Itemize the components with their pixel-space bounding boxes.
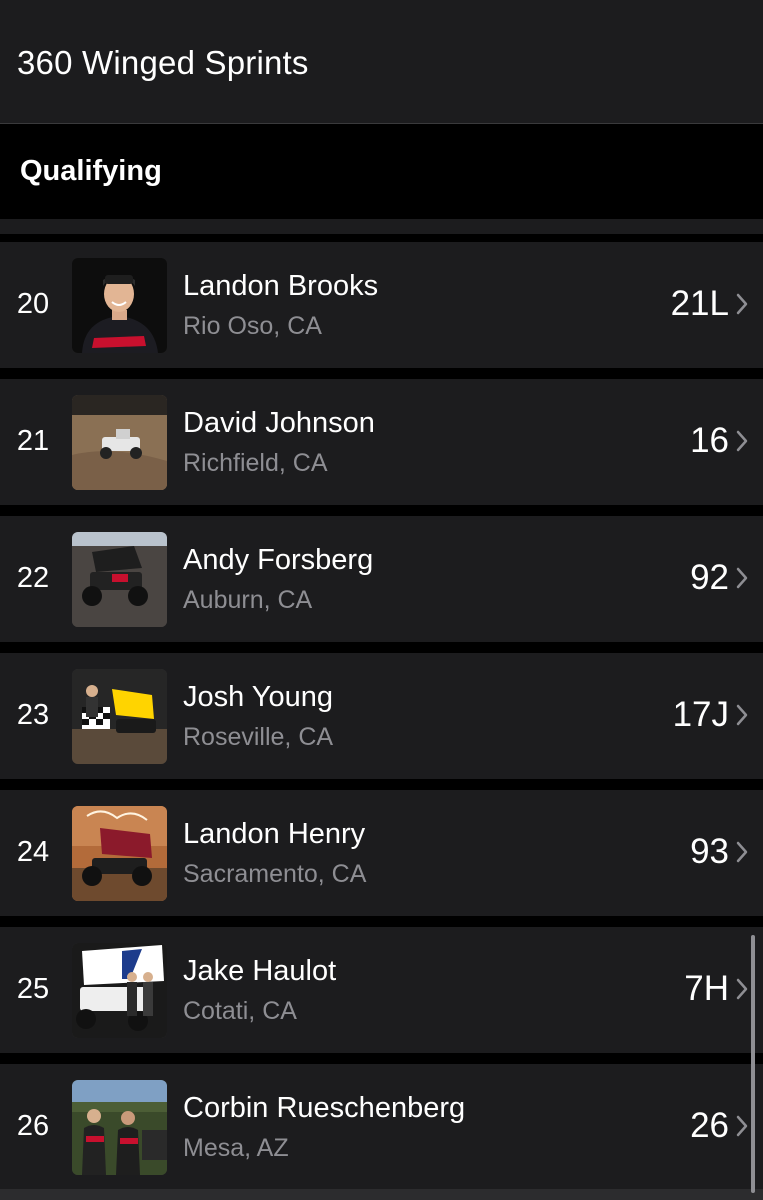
- driver-row[interactable]: 24 Landon Henry Sacramento, CA 93: [0, 790, 763, 916]
- finish-position: 25: [16, 973, 50, 1005]
- chevron-right-icon: [736, 1115, 748, 1137]
- car-number: 26: [690, 1106, 729, 1145]
- chevron-right-icon: [736, 704, 748, 726]
- driver-hometown: Sacramento, CA: [183, 860, 367, 888]
- chevron-right-icon: [736, 978, 748, 1000]
- section-header: Qualifying: [0, 125, 763, 219]
- driver-hometown: Rio Oso, CA: [183, 312, 322, 340]
- driver-name: Jake Haulot: [183, 955, 337, 987]
- chevron-right-icon: [736, 567, 748, 589]
- driver-row[interactable]: 20 Landon Brooks Rio Oso, CA 21L: [0, 242, 763, 368]
- driver-photo: [72, 532, 167, 627]
- driver-name: Corbin Rueschenberg: [183, 1092, 466, 1124]
- driver-photo: [72, 1080, 167, 1175]
- car-number: 21L: [670, 284, 729, 323]
- driver-row[interactable]: 22 Andy Forsberg Auburn, CA 92: [0, 516, 763, 642]
- driver-hometown: Cotati, CA: [183, 997, 297, 1025]
- finish-position: 24: [16, 836, 50, 868]
- driver-row[interactable]: 25 Jake Haulot Cotati, CA 7H: [0, 927, 763, 1053]
- vertical-scrollbar[interactable]: [751, 935, 755, 1193]
- driver-photo: [72, 258, 167, 353]
- driver-name: Andy Forsberg: [183, 544, 374, 576]
- driver-name: David Johnson: [183, 407, 375, 439]
- car-number: 92: [690, 558, 729, 597]
- car-number: 16: [690, 421, 729, 460]
- page-title: 360 Winged Sprints: [17, 44, 309, 81]
- next-row-edge: [0, 1189, 763, 1200]
- list-top-edge: [0, 219, 763, 234]
- car-number: 93: [690, 832, 729, 871]
- finish-position: 26: [16, 1110, 50, 1142]
- driver-photo: [72, 806, 167, 901]
- nav-header: 360 Winged Sprints: [0, 0, 763, 124]
- finish-position: 21: [16, 425, 50, 457]
- driver-name: Josh Young: [183, 681, 333, 713]
- chevron-right-icon: [736, 841, 748, 863]
- driver-row[interactable]: 23 Josh Young Roseville, CA 17J: [0, 653, 763, 779]
- driver-name: Landon Henry: [183, 818, 366, 850]
- driver-list[interactable]: 20 Landon Brooks Rio Oso, CA 21L 21 Davi…: [0, 242, 763, 1200]
- driver-hometown: Mesa, AZ: [183, 1134, 289, 1162]
- driver-photo: [72, 395, 167, 490]
- finish-position: 22: [16, 562, 50, 594]
- chevron-right-icon: [736, 430, 748, 452]
- driver-photo: [72, 943, 167, 1038]
- driver-row[interactable]: 21 David Johnson Richfield, CA 16: [0, 379, 763, 505]
- driver-hometown: Roseville, CA: [183, 723, 334, 751]
- driver-hometown: Richfield, CA: [183, 449, 328, 477]
- driver-row[interactable]: 26 Corbin Rueschenberg Mesa, AZ 26: [0, 1064, 763, 1190]
- finish-position: 23: [16, 699, 50, 731]
- driver-photo: [72, 669, 167, 764]
- chevron-right-icon: [736, 293, 748, 315]
- finish-position: 20: [16, 288, 50, 320]
- car-number: 7H: [684, 969, 729, 1008]
- section-title: Qualifying: [20, 155, 162, 187]
- results-screen: 360 Winged Sprints Qualifying 20 Landon …: [0, 0, 763, 1200]
- driver-name: Landon Brooks: [183, 270, 379, 302]
- driver-hometown: Auburn, CA: [183, 586, 313, 614]
- car-number: 17J: [672, 695, 729, 734]
